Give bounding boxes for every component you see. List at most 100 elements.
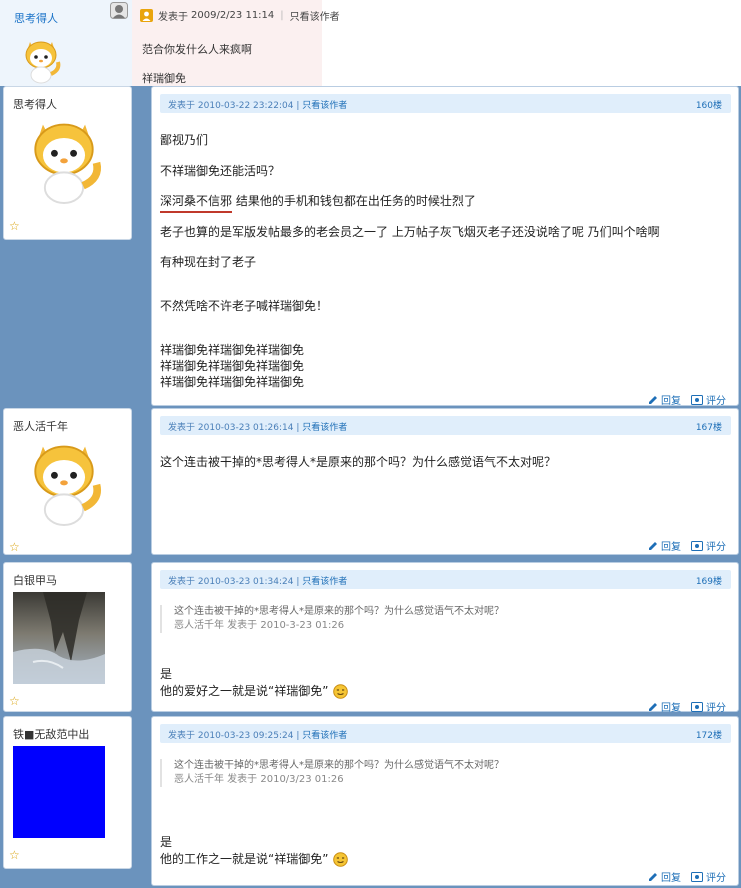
rank-star-icon: ☆ xyxy=(9,848,20,862)
pencil-icon xyxy=(649,541,657,550)
author-name[interactable]: 思考得人 xyxy=(13,96,57,112)
floor-number[interactable]: 160楼 xyxy=(696,98,722,111)
floor-number[interactable]: 169楼 xyxy=(696,574,722,587)
quote-text: 这个连击被干掉的*思考得人*是原来的那个吗？为什么感觉语气不太对呢？ xyxy=(174,606,504,617)
floor-number[interactable]: 167楼 xyxy=(696,420,722,433)
post-text-line: 祥瑞御免祥瑞御免祥瑞御免 xyxy=(160,343,305,357)
online-status-icon xyxy=(110,2,128,19)
only-author-link[interactable]: 只看该作者 xyxy=(302,577,347,587)
author-name[interactable]: 铁■无敌范中出 xyxy=(13,726,89,742)
only-author-link[interactable]: 只看该作者 xyxy=(302,101,347,111)
post-meta-prefix: 发表于 xyxy=(168,101,196,111)
post-text-line: 有种现在封了老子 xyxy=(160,255,257,269)
author-name[interactable]: 思考得人 xyxy=(14,10,58,26)
post-169: 发表于 2010-03-23 01:34:24 | 只看该作者 169楼 这个连… xyxy=(151,562,739,714)
post-actions: 回复 评分 xyxy=(638,538,726,553)
rate-icon xyxy=(691,394,703,405)
post-text-line: 他的工作之一就是说“祥瑞御免” xyxy=(160,850,349,867)
smiley-emoticon-icon xyxy=(333,684,349,699)
post-meta-prefix: 发表于 xyxy=(158,12,188,23)
quote-text: 这个连击被干掉的*思考得人*是原来的那个吗？为什么感觉语气不太对呢？ xyxy=(174,760,504,771)
dragon-avatar-icon[interactable] xyxy=(20,113,108,205)
post-text-line: 鄙视乃们 xyxy=(160,133,209,147)
post-date: 2010-03-22 23:22:04 xyxy=(197,101,294,111)
author-name[interactable]: 白银甲马 xyxy=(13,572,57,588)
post-meta: 发表于 2009/2/23 11:14 | 只看该作者 xyxy=(140,8,340,23)
post-text-line: 是 xyxy=(160,835,173,849)
post-167: 发表于 2010-03-23 01:26:14 | 只看该作者 167楼 这个连… xyxy=(151,408,739,555)
previous-post: 思考得人 发表于 2009/2/23 11:14 | 只看该作者 范合你发什么人… xyxy=(0,0,340,86)
only-author-link[interactable]: 只看该作者 xyxy=(290,8,340,23)
post-date: 2010-03-23 01:26:14 xyxy=(197,423,294,433)
rank-star-icon: ☆ xyxy=(9,219,20,233)
photo-avatar[interactable] xyxy=(13,592,105,684)
post-text-line: 不祥瑞御免还能活吗？ xyxy=(160,164,281,178)
rate-label: 评分 xyxy=(706,703,726,714)
post-text-line: 这个连击被干掉的*思考得人*是原来的那个吗？为什么感觉语气不太对呢？ xyxy=(160,455,557,469)
rate-button[interactable]: 评分 xyxy=(691,392,726,407)
rate-icon xyxy=(691,540,703,551)
post-header: 发表于 2010-03-22 23:22:04 | 只看该作者 160楼 xyxy=(160,94,731,113)
underlined-text: 深河桑不信邪 xyxy=(160,194,233,213)
pencil-icon xyxy=(649,395,657,404)
rank-star-icon: ☆ xyxy=(9,694,20,708)
blue-square-avatar[interactable] xyxy=(13,746,105,838)
reply-button[interactable]: 回复 xyxy=(648,699,681,714)
post-160: 发表于 2010-03-22 23:22:04 | 只看该作者 160楼 鄙视乃… xyxy=(151,86,739,407)
post-text-line: 不然凭啥不许老子喊祥瑞御免！ xyxy=(160,299,329,313)
author-name[interactable]: 恶人活千年 xyxy=(13,418,68,434)
dragon-avatar-icon[interactable] xyxy=(20,435,108,527)
rate-button[interactable]: 评分 xyxy=(691,538,726,553)
rate-label: 评分 xyxy=(706,396,726,407)
quote-block: 这个连击被干掉的*思考得人*是原来的那个吗？为什么感觉语气不太对呢？ 恶人活千年… xyxy=(160,605,540,633)
reply-label: 回复 xyxy=(661,873,681,884)
post-text-fragment: 结果他的手机和钱包都在出任务的时候壮烈了 xyxy=(235,194,476,208)
divider: | xyxy=(296,101,300,111)
quote-meta: 恶人活千年 发表于 2010-3-23 01:26 xyxy=(174,620,345,631)
author-badge-icon xyxy=(140,9,153,22)
post-text-line: 祥瑞御免祥瑞御免祥瑞御免 xyxy=(160,375,305,389)
pencil-icon xyxy=(649,702,657,711)
pencil-icon xyxy=(649,872,657,881)
quote-block: 这个连击被干掉的*思考得人*是原来的那个吗？为什么感觉语气不太对呢？ 恶人活千年… xyxy=(160,759,540,787)
quote-meta: 恶人活千年 发表于 2010/3/23 01:26 xyxy=(174,774,344,785)
post-date: 2010-03-23 01:34:24 xyxy=(197,577,294,587)
rate-button[interactable]: 评分 xyxy=(691,699,726,714)
floor-number[interactable]: 172楼 xyxy=(696,728,722,741)
author-panel: 白银甲马 ☆ xyxy=(3,562,132,712)
reply-label: 回复 xyxy=(661,542,681,553)
post-text-line: 是 xyxy=(160,667,173,681)
divider: | xyxy=(296,731,300,741)
post-date: 2009/2/23 11:14 xyxy=(191,10,275,21)
rate-icon xyxy=(691,701,703,712)
reply-button[interactable]: 回复 xyxy=(648,869,681,884)
smiley-emoticon-icon xyxy=(333,852,349,867)
previous-post-author-panel: 思考得人 xyxy=(0,0,132,86)
post-text-line: 老子也算的是军版发帖最多的老会员之一了 上万帖子灰飞烟灭老子还没说啥了呢 乃们叫… xyxy=(160,225,660,239)
reply-button[interactable]: 回复 xyxy=(648,538,681,553)
post-meta-prefix: 发表于 xyxy=(168,577,196,587)
only-author-link[interactable]: 只看该作者 xyxy=(302,731,347,741)
rate-button[interactable]: 评分 xyxy=(691,869,726,884)
rate-label: 评分 xyxy=(706,873,726,884)
author-panel: 思考得人 ☆ xyxy=(3,86,132,240)
reply-button[interactable]: 回复 xyxy=(648,392,681,407)
rate-label: 评分 xyxy=(706,542,726,553)
divider: | xyxy=(296,423,300,433)
reply-label: 回复 xyxy=(661,396,681,407)
dragon-avatar-icon xyxy=(25,41,61,84)
divider: | xyxy=(280,10,284,21)
post-meta-prefix: 发表于 xyxy=(168,423,196,433)
post-text-line: 祥瑞御免 xyxy=(142,72,186,85)
post-meta-prefix: 发表于 xyxy=(168,731,196,741)
previous-post-content: 发表于 2009/2/23 11:14 | 只看该作者 范合你发什么人来疯啊 祥… xyxy=(132,0,340,86)
post-text-line: 范合你发什么人来疯啊 xyxy=(142,43,252,56)
reply-label: 回复 xyxy=(661,703,681,714)
post-header: 发表于 2010-03-23 09:25:24 | 只看该作者 172楼 xyxy=(160,724,731,743)
rate-icon xyxy=(691,871,703,882)
post-text-fragment: 他的工作之一就是说“祥瑞御免” xyxy=(160,852,329,866)
post-actions: 回复 评分 xyxy=(638,869,726,884)
post-text-fragment: 他的爱好之一就是说“祥瑞御免” xyxy=(160,684,329,698)
only-author-link[interactable]: 只看该作者 xyxy=(302,423,347,433)
author-panel: 恶人活千年 ☆ xyxy=(3,408,132,555)
